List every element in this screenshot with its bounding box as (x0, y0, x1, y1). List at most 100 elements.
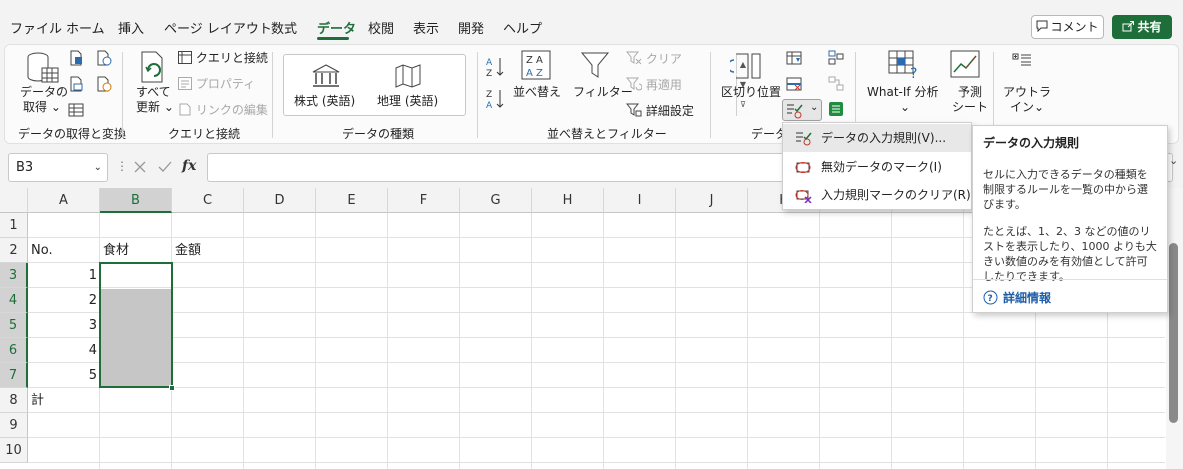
row-header-3[interactable]: 3 (0, 263, 28, 288)
menu-item-clear-circles[interactable]: 入力規則マークのクリア(R) (783, 181, 971, 209)
advanced-filter-button[interactable]: 詳細設定 (625, 103, 694, 119)
menu-item-label: 無効データのマーク(I) (821, 160, 942, 174)
row-header-8[interactable]: 8 (0, 388, 28, 413)
outline-icon (1012, 53, 1031, 66)
existing-connections-icon[interactable] (68, 102, 84, 118)
chevron-down-icon[interactable]: ⌄ (94, 154, 102, 181)
row-header-5[interactable]: 5 (0, 313, 28, 338)
what-if-button[interactable]: What-If 分析 ⌄ (867, 85, 938, 115)
formula-expand-icon[interactable]: ⌄ (1169, 154, 1178, 167)
column-header-b[interactable]: B (100, 188, 172, 213)
geography-button[interactable]: 地理 (英語) (377, 94, 438, 109)
formula-bar-controls: ⋮ fx (112, 153, 207, 182)
column-header-c[interactable]: C (172, 188, 244, 213)
gridline-horizontal (28, 362, 1165, 363)
row-header-6[interactable]: 6 (0, 338, 28, 363)
column-header-a[interactable]: A (28, 188, 100, 213)
comment-button[interactable]: コメント (1031, 15, 1104, 39)
filter-button[interactable]: フィルター (573, 85, 633, 100)
menu-item-data-validation[interactable]: データの入力規則(V)... (783, 124, 971, 152)
tab-review[interactable]: 校閲 (368, 18, 394, 37)
column-header-h[interactable]: H (532, 188, 604, 213)
stocks-button[interactable]: 株式 (英語) (294, 94, 355, 109)
flash-fill-icon[interactable] (786, 50, 802, 66)
tooltip-divider (973, 279, 1167, 280)
refresh-all-button[interactable]: すべて 更新 ⌄ (136, 85, 174, 115)
tab-home[interactable]: ホーム (66, 18, 105, 37)
consolidate-icon[interactable] (828, 50, 844, 66)
column-header-g[interactable]: G (460, 188, 532, 213)
row-header-7[interactable]: 7 (0, 363, 28, 388)
cell-c2[interactable]: 金額 (175, 238, 244, 263)
sort-button[interactable]: 並べ替え (513, 85, 561, 100)
enter-icon[interactable] (158, 161, 172, 173)
from-table-icon[interactable] (68, 76, 84, 92)
text-to-columns-button[interactable]: 区切り位置 (721, 85, 781, 100)
name-box[interactable]: B3 ⌄ (8, 153, 108, 182)
row-header-4[interactable]: 4 (0, 288, 28, 313)
geography-icon (395, 64, 421, 88)
properties-button[interactable]: プロパティ (178, 77, 255, 92)
reapply-button[interactable]: 再適用 (625, 77, 682, 93)
fill-handle[interactable] (169, 385, 175, 391)
row-header-10[interactable]: 10 (0, 438, 28, 463)
tab-formulas[interactable]: 数式 (271, 18, 297, 37)
tab-file[interactable]: ファイル (10, 18, 62, 37)
forecast-sheet-button[interactable]: 予測 シート (952, 85, 988, 115)
queries-connections-button[interactable]: クエリと接続 (178, 51, 268, 66)
cancel-icon[interactable] (134, 161, 146, 173)
gridline-vertical (459, 213, 460, 469)
tab-help[interactable]: ヘルプ (503, 18, 542, 37)
edit-links-button[interactable]: リンクの編集 (178, 103, 268, 118)
select-all-corner[interactable] (0, 188, 28, 213)
tab-page-layout[interactable]: ページ レイアウト (164, 18, 272, 37)
sort-descending-icon[interactable]: ZA (486, 88, 506, 110)
row-header-2[interactable]: 2 (0, 238, 28, 263)
relationships-icon[interactable] (828, 76, 844, 92)
recent-sources-icon[interactable] (96, 76, 112, 92)
tab-view[interactable]: 表示 (413, 18, 439, 37)
get-data-label-1: データの (20, 85, 69, 99)
svg-text:?: ? (988, 294, 993, 304)
share-button[interactable]: 共有 (1112, 15, 1172, 39)
column-header-i[interactable]: I (604, 188, 676, 213)
column-header-f[interactable]: F (388, 188, 460, 213)
cell-a4[interactable]: 2 (28, 288, 100, 313)
reapply-icon (625, 77, 643, 91)
tab-developer[interactable]: 開発 (458, 18, 484, 37)
queries-icon (178, 51, 192, 64)
get-data-button[interactable]: データの 取得 ⌄ (20, 85, 68, 115)
cell-a8[interactable]: 計 (31, 388, 100, 413)
gridline-vertical (315, 213, 316, 469)
tab-data[interactable]: データ (317, 18, 356, 37)
what-if-label: What-If 分析 (867, 85, 939, 99)
sort-ascending-icon[interactable]: AZ (486, 56, 506, 78)
cell-b2[interactable]: 食材 (103, 238, 172, 263)
row-header-1[interactable]: 1 (0, 213, 28, 238)
from-text-icon[interactable] (68, 50, 84, 66)
data-model-icon[interactable] (828, 101, 844, 117)
cell-a2[interactable]: No. (31, 238, 100, 263)
column-header-d[interactable]: D (244, 188, 316, 213)
clear-filter-button[interactable]: クリア (625, 51, 682, 67)
tooltip-more-info-link[interactable]: ? 詳細情報 (983, 289, 1051, 306)
tab-insert[interactable]: 挿入 (118, 18, 144, 37)
column-header-e[interactable]: E (316, 188, 388, 213)
vertical-scrollbar-thumb[interactable] (1169, 243, 1178, 423)
cell-a3[interactable]: 1 (28, 263, 100, 288)
column-header-j[interactable]: J (676, 188, 748, 213)
data-validation-dropdown-button[interactable]: ⌄ (782, 99, 822, 121)
gridline-horizontal (28, 462, 1165, 463)
insert-function-icon[interactable]: fx (182, 158, 196, 174)
cell-a5[interactable]: 3 (28, 313, 100, 338)
menu-item-circle-invalid[interactable]: 無効データのマーク(I) (783, 153, 971, 181)
ribbon-separator (477, 52, 478, 138)
from-web-icon[interactable] (96, 50, 112, 66)
cell-a6[interactable]: 4 (28, 338, 100, 363)
outline-button[interactable]: アウトラ イン⌄ (1003, 85, 1051, 115)
remove-duplicates-icon[interactable] (786, 76, 802, 92)
row-header-9[interactable]: 9 (0, 413, 28, 438)
outline-label-1: アウトラ (1003, 85, 1052, 99)
ribbon-separator (710, 52, 711, 138)
cell-a7[interactable]: 5 (28, 363, 100, 388)
